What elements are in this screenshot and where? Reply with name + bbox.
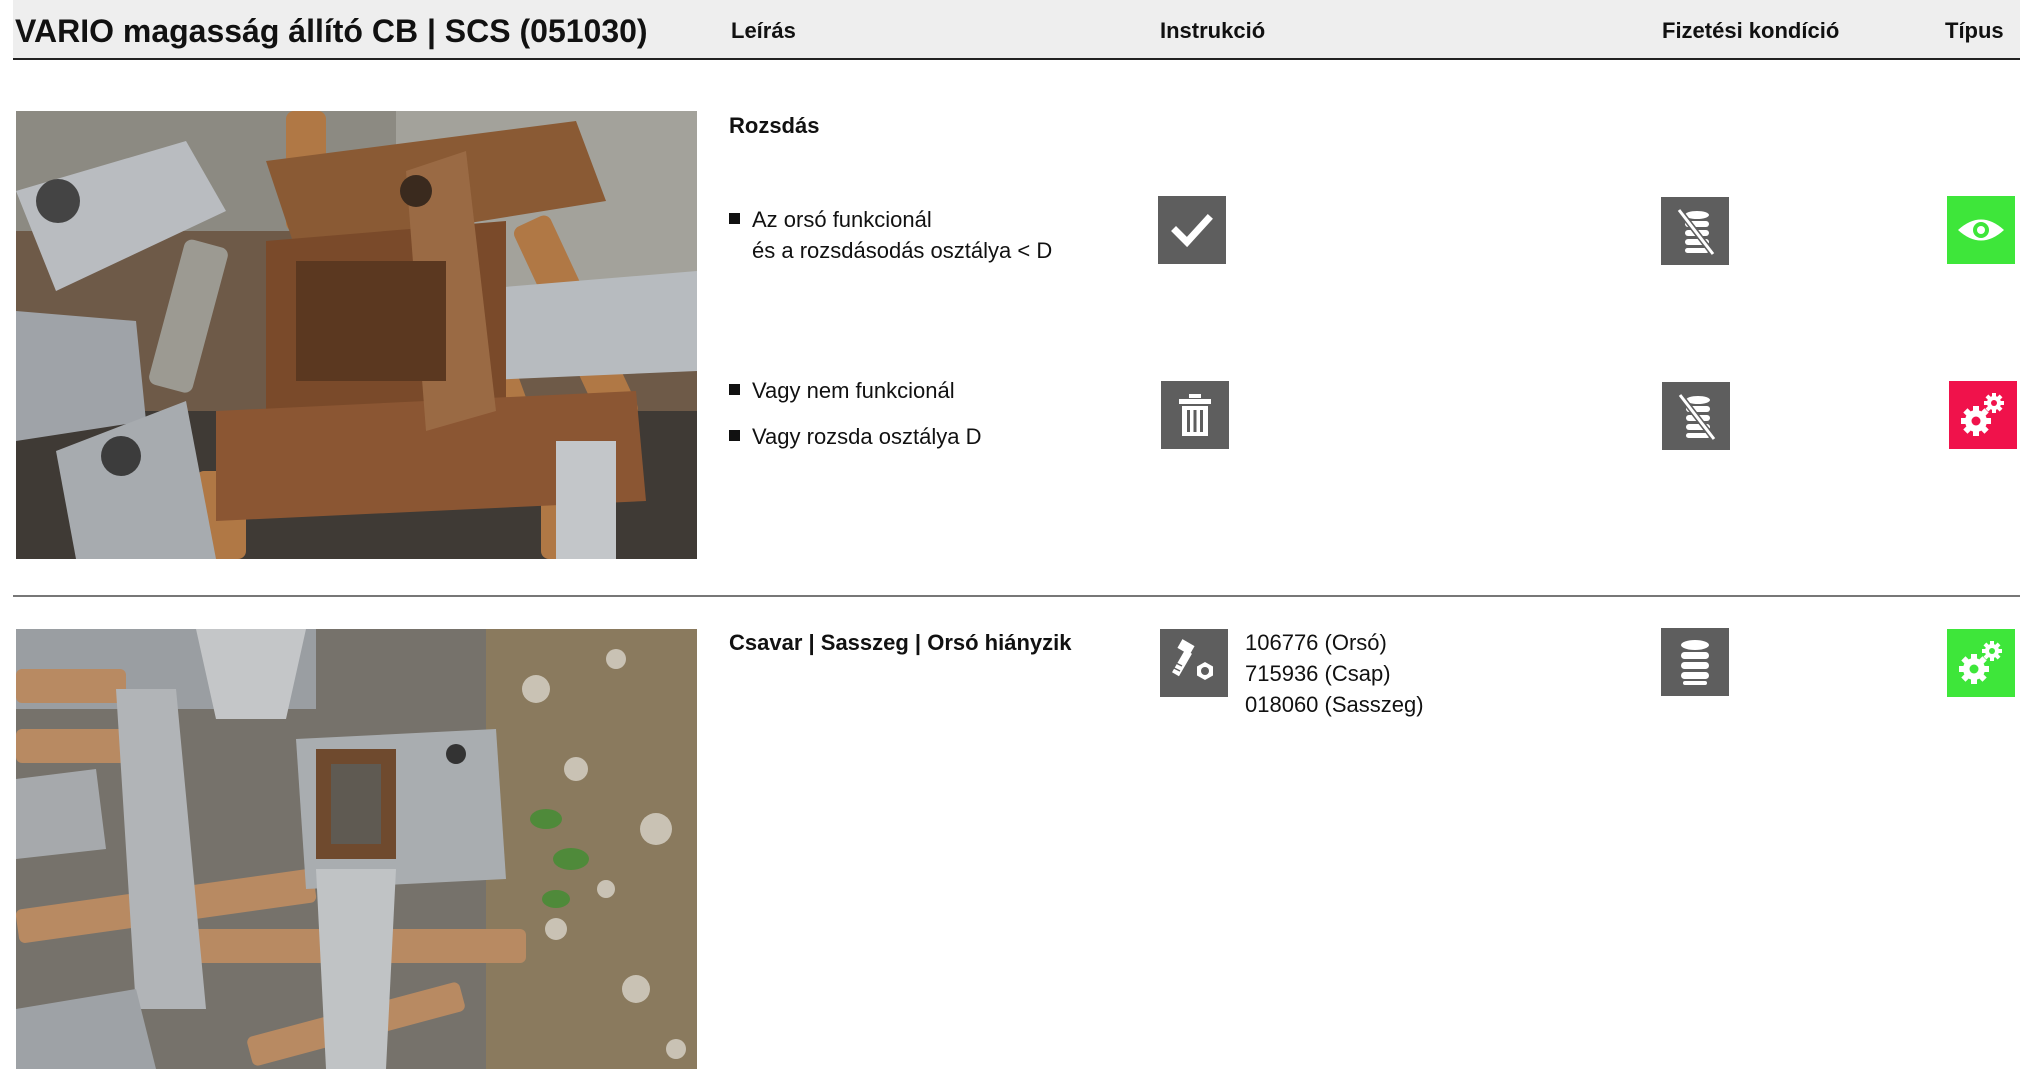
bullet-square	[729, 384, 740, 395]
condition-functional-bullet: Az orsó funkcionál és a rozsdásodás oszt…	[729, 204, 1052, 266]
table-header: VARIO magasság állító CB | SCS (051030) …	[13, 0, 2020, 60]
page-title: VARIO magasság állító CB | SCS (051030)	[15, 13, 648, 49]
condition-line-1: Az orsó funkcionál	[752, 207, 932, 232]
eye-icon	[1947, 196, 2015, 264]
condition-rust-class-bullet: Vagy rozsda osztálya D	[729, 421, 981, 452]
bullet-square	[729, 430, 740, 441]
rusty-height-adjuster-photo	[16, 111, 697, 559]
condition-line-3: Vagy nem funkcionál	[752, 378, 955, 403]
condition-line-2: és a rozsdásodás osztálya < D	[752, 238, 1053, 263]
condition-line-4: Vagy rozsda osztálya D	[752, 424, 982, 449]
section-divider	[13, 595, 2020, 597]
bolt-nut-icon	[1160, 629, 1228, 697]
no-payment-coins-icon	[1661, 197, 1729, 265]
no-payment-coins-icon	[1662, 382, 1730, 450]
part-number-spindle: 106776 (Orsó)	[1245, 630, 1387, 655]
trash-icon	[1161, 381, 1229, 449]
column-header-payment: Fizetési kondíció	[1662, 18, 1840, 43]
column-header-description: Leírás	[731, 18, 796, 43]
missing-parts-photo	[16, 629, 697, 1069]
spare-parts-list: 106776 (Orsó) 715936 (Csap) 018060 (Sass…	[1245, 627, 1424, 720]
condition-not-functional-bullet: Vagy nem funkcionál	[729, 375, 955, 406]
part-number-pin: 715936 (Csap)	[1245, 661, 1391, 686]
column-header-type: Típus	[1945, 18, 2004, 43]
gears-icon	[1947, 629, 2015, 697]
bullet-square	[729, 213, 740, 224]
section-title-missing-parts: Csavar | Sasszeg | Orsó hiányzik	[729, 630, 1072, 655]
part-number-cotter: 018060 (Sasszeg)	[1245, 692, 1424, 717]
gears-icon	[1949, 381, 2017, 449]
coins-icon	[1661, 628, 1729, 696]
column-header-instruction: Instrukció	[1160, 18, 1266, 43]
checkmark-icon	[1158, 196, 1226, 264]
section-title-rusty: Rozsdás	[729, 113, 820, 138]
